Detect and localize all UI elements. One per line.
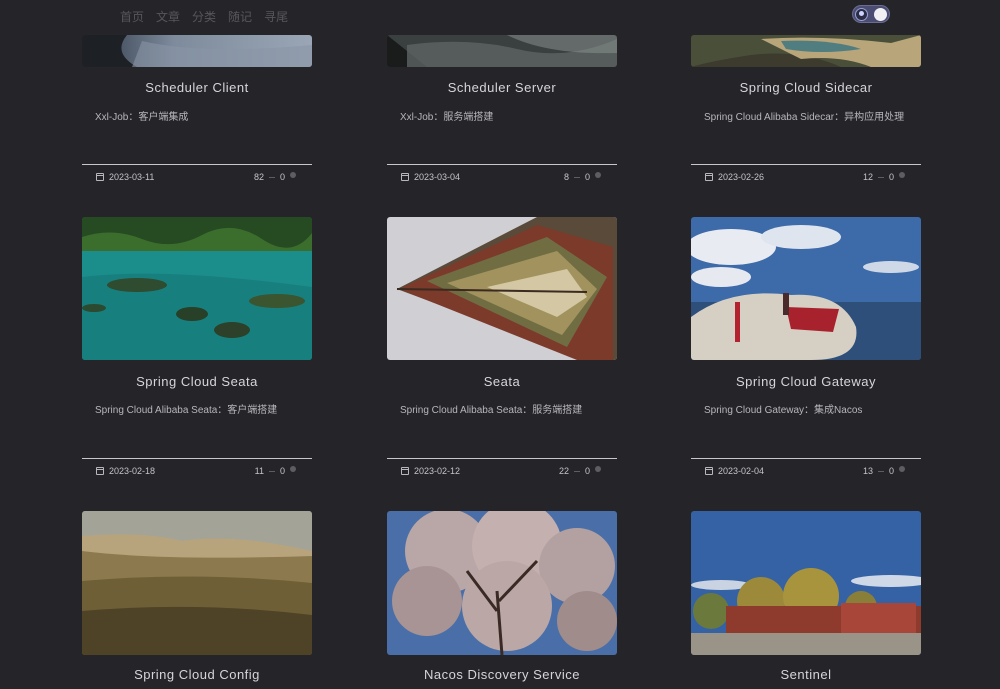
moon-icon	[855, 8, 868, 21]
calendar-icon	[96, 467, 104, 475]
comment-icon	[290, 466, 296, 472]
article-title[interactable]: Spring Cloud Gateway	[691, 374, 921, 389]
article-title[interactable]: Scheduler Server	[387, 80, 617, 95]
article-date: 2023-02-26	[718, 172, 765, 182]
article-title[interactable]: Spring Cloud Sidecar	[691, 80, 921, 95]
comment-icon	[899, 466, 905, 472]
article-date: 2023-03-04	[414, 172, 461, 182]
comment-icon	[290, 172, 296, 178]
article-thumbnail[interactable]	[691, 511, 921, 655]
article-thumbnail[interactable]	[387, 35, 617, 67]
comment-count: 0	[279, 172, 285, 182]
view-count: 13	[862, 466, 873, 476]
toggle-knob	[874, 8, 887, 21]
article-thumbnail[interactable]	[691, 217, 921, 360]
article-stats: 13 0	[863, 466, 905, 476]
article-title[interactable]: Nacos Discovery Service	[387, 667, 617, 682]
calendar-icon	[96, 173, 104, 181]
view-count: 82	[253, 172, 264, 182]
article-meta: 2023-02-18 11 0	[82, 465, 312, 479]
article-date: 2023-03-11	[109, 172, 155, 182]
top-navigation: 首页 文章 分类 随记 寻尾	[0, 0, 1000, 30]
eye-icon	[573, 176, 580, 178]
article-title[interactable]: Spring Cloud Config	[82, 667, 312, 682]
view-count: 12	[862, 172, 873, 182]
article-meta: 2023-03-04 8 0	[387, 171, 617, 185]
article-date: 2023-02-04	[718, 466, 765, 476]
view-count: 11	[254, 466, 264, 476]
nav-item-categories[interactable]: 分类	[192, 8, 216, 25]
article-meta: 2023-03-11 82 0	[82, 171, 312, 185]
article-thumbnail[interactable]	[82, 35, 312, 67]
comment-count: 0	[888, 172, 894, 182]
calendar-icon	[705, 173, 713, 181]
article-stats: 8 0	[564, 172, 601, 182]
card-divider	[691, 164, 921, 165]
eye-icon	[877, 176, 884, 178]
article-meta: 2023-02-04 13 0	[691, 465, 921, 479]
article-title[interactable]: Scheduler Client	[82, 80, 312, 95]
nav-item-notes[interactable]: 随记	[228, 8, 252, 25]
view-count: 22	[558, 466, 569, 476]
calendar-icon	[401, 173, 409, 181]
calendar-icon	[401, 467, 409, 475]
article-stats: 12 0	[863, 172, 905, 182]
article-description: Xxl-Job：客户端集成	[95, 112, 189, 123]
comment-count: 0	[279, 466, 285, 476]
article-date: 2023-02-18	[109, 466, 156, 476]
eye-icon	[268, 176, 275, 178]
view-count: 8	[563, 172, 569, 182]
comment-count: 0	[888, 466, 894, 476]
nav-item-home[interactable]: 首页	[120, 8, 144, 25]
article-thumbnail[interactable]	[82, 217, 312, 360]
calendar-icon	[705, 467, 713, 475]
article-thumbnail[interactable]	[387, 217, 617, 360]
article-thumbnail[interactable]	[691, 35, 921, 67]
card-divider	[691, 458, 921, 459]
article-description: Spring Cloud Alibaba Seata：服务端搭建	[400, 405, 583, 416]
eye-icon	[877, 470, 884, 472]
article-stats: 22 0	[559, 466, 601, 476]
article-title[interactable]: Spring Cloud Seata	[82, 374, 312, 389]
article-thumbnail[interactable]	[387, 511, 617, 655]
eye-icon	[573, 470, 580, 472]
article-meta: 2023-02-26 12 0	[691, 171, 921, 185]
card-divider	[82, 164, 312, 165]
article-stats: 82 0	[254, 172, 296, 182]
comment-icon	[899, 172, 905, 178]
card-divider	[82, 458, 312, 459]
nav-item-articles[interactable]: 文章	[156, 8, 180, 25]
comment-count: 0	[584, 172, 590, 182]
article-date: 2023-02-12	[414, 466, 461, 476]
card-divider	[387, 164, 617, 165]
nav-item-seek[interactable]: 寻尾	[264, 8, 288, 25]
comment-icon	[595, 172, 601, 178]
article-thumbnail[interactable]	[82, 511, 312, 655]
article-description: Spring Cloud Gateway：集成Nacos	[704, 405, 863, 416]
comment-icon	[595, 466, 601, 472]
article-title[interactable]: Seata	[387, 374, 617, 389]
card-divider	[387, 458, 617, 459]
nav-links: 首页 文章 分类 随记 寻尾	[120, 8, 288, 25]
article-description: Spring Cloud Alibaba Seata：客户端搭建	[95, 405, 278, 416]
article-description: Spring Cloud Alibaba Sidecar：异构应用处理	[704, 112, 905, 123]
eye-icon	[268, 470, 275, 472]
article-meta: 2023-02-12 22 0	[387, 465, 617, 479]
comment-count: 0	[584, 466, 590, 476]
article-stats: 11 0	[255, 466, 296, 476]
article-description: Xxl-Job：服务端搭建	[400, 112, 494, 123]
article-title[interactable]: Sentinel	[691, 667, 921, 682]
theme-toggle[interactable]	[852, 5, 890, 23]
